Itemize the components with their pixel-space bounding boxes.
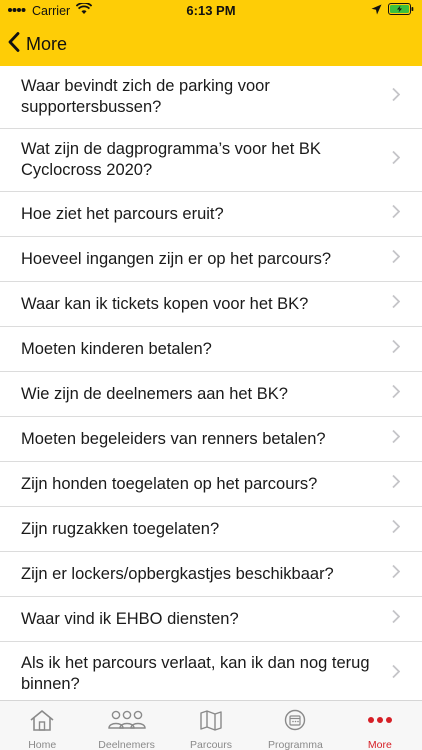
chevron-right-icon bbox=[392, 339, 401, 359]
chevron-right-icon bbox=[392, 664, 401, 683]
chevron-right-icon bbox=[392, 150, 401, 170]
faq-item[interactable]: Waar vind ik EHBO diensten? bbox=[0, 597, 422, 642]
faq-question: Wie zijn de deelnemers aan het BK? bbox=[21, 384, 288, 403]
tab-label: Home bbox=[28, 739, 57, 750]
tab-label: Programma bbox=[267, 739, 323, 750]
chevron-right-icon bbox=[392, 609, 401, 629]
chevron-right-icon bbox=[392, 204, 401, 224]
faq-item[interactable]: Waar kan ik tickets kopen voor het BK? bbox=[0, 282, 422, 327]
home-icon bbox=[29, 709, 55, 736]
faq-question: Waar vind ik EHBO diensten? bbox=[21, 609, 239, 628]
faq-question: Wat zijn de dagprogramma’s voor het BK C… bbox=[21, 140, 321, 179]
faq-item[interactable]: Zijn rugzakken toegelaten? bbox=[0, 507, 422, 552]
faq-item[interactable]: Zijn honden toegelaten op het parcours? bbox=[0, 462, 422, 507]
status-time: 6:13 PM bbox=[186, 3, 236, 18]
chevron-left-icon bbox=[8, 31, 20, 57]
faq-item[interactable]: Zijn er lockers/opbergkastjes beschikbaa… bbox=[0, 552, 422, 597]
back-label: More bbox=[26, 33, 68, 54]
faq-item[interactable]: Wie zijn de deelnemers aan het BK? bbox=[0, 372, 422, 417]
faq-item[interactable]: Moeten begeleiders van renners betalen? bbox=[0, 417, 422, 462]
chevron-right-icon bbox=[392, 564, 401, 584]
tab-programma[interactable]: Programma bbox=[253, 701, 337, 750]
chevron-right-icon bbox=[392, 249, 401, 269]
app-header: Carrier 6:13 PM More bbox=[0, 0, 422, 66]
tab-label: Parcours bbox=[190, 739, 233, 750]
chevron-right-icon bbox=[392, 429, 401, 449]
faq-question: Hoe ziet het parcours eruit? bbox=[21, 204, 224, 223]
status-bar: Carrier 6:13 PM bbox=[0, 0, 422, 22]
faq-question: Zijn honden toegelaten op het parcours? bbox=[21, 474, 318, 493]
calendar-icon bbox=[284, 709, 306, 736]
chevron-right-icon bbox=[392, 294, 401, 314]
status-right bbox=[371, 3, 414, 18]
faq-item[interactable]: Hoe ziet het parcours eruit? bbox=[0, 192, 422, 237]
chevron-right-icon bbox=[392, 519, 401, 539]
faq-question: Zijn er lockers/opbergkastjes beschikbaa… bbox=[21, 564, 334, 583]
faq-question: Waar kan ik tickets kopen voor het BK? bbox=[21, 294, 309, 313]
faq-question: Moeten begeleiders van renners betalen? bbox=[21, 429, 326, 448]
navigation-bar: More bbox=[0, 22, 422, 66]
tab-label: More bbox=[367, 739, 392, 750]
tab-deelnemers[interactable]: Deelnemers bbox=[84, 701, 168, 750]
faq-item[interactable]: Wat zijn de dagprogramma’s voor het BK C… bbox=[0, 129, 422, 192]
faq-question: Moeten kinderen betalen? bbox=[21, 339, 212, 358]
tab-label: Deelnemers bbox=[98, 739, 155, 750]
faq-item[interactable]: Moeten kinderen betalen? bbox=[0, 327, 422, 372]
faq-item[interactable]: Waar bevindt zich de parking voor suppor… bbox=[0, 66, 422, 129]
tab-more[interactable]: More bbox=[338, 701, 422, 750]
chevron-right-icon bbox=[392, 474, 401, 494]
faq-item[interactable]: Als ik het parcours verlaat, kan ik dan … bbox=[0, 642, 422, 705]
faq-question: Waar bevindt zich de parking voor suppor… bbox=[21, 77, 270, 116]
faq-question: Als ik het parcours verlaat, kan ik dan … bbox=[21, 653, 370, 693]
chevron-right-icon bbox=[392, 87, 401, 107]
faq-question: Zijn rugzakken toegelaten? bbox=[21, 519, 220, 538]
faq-question: Hoeveel ingangen zijn er op het parcours… bbox=[21, 249, 332, 268]
map-icon bbox=[199, 709, 223, 736]
location-arrow-icon bbox=[371, 4, 382, 18]
faq-list: Waar bevindt zich de parking voor suppor… bbox=[0, 66, 422, 705]
chevron-right-icon bbox=[392, 384, 401, 404]
tab-home[interactable]: Home bbox=[0, 701, 84, 750]
battery-icon bbox=[388, 3, 414, 18]
tab-parcours[interactable]: Parcours bbox=[169, 701, 253, 750]
back-button[interactable]: More bbox=[8, 31, 67, 57]
more-dots-icon bbox=[366, 709, 394, 736]
faq-item[interactable]: Hoeveel ingangen zijn er op het parcours… bbox=[0, 237, 422, 282]
tab-bar: Home Deelnemers Parcours Programma More bbox=[0, 700, 422, 750]
people-icon bbox=[107, 709, 147, 736]
